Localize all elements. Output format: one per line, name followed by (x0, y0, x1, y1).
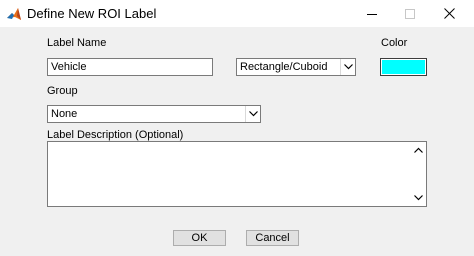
chevron-up-icon[interactable] (414, 147, 423, 153)
vertical-scrollbar[interactable] (411, 142, 426, 206)
color-caption: Color (381, 37, 408, 49)
cancel-button[interactable]: Cancel (246, 230, 299, 246)
dropdown-arrow[interactable] (245, 106, 260, 122)
group-value: None (51, 108, 78, 120)
shape-type-value: Rectangle/Cuboid (240, 61, 328, 73)
label-name-input[interactable] (47, 58, 213, 76)
close-icon (444, 8, 455, 19)
title-bar: Define New ROI Label (0, 0, 474, 27)
dropdown-arrow[interactable] (340, 59, 355, 75)
color-picker-button[interactable] (380, 58, 427, 76)
define-roi-label-dialog: Define New ROI Label Label Name Rectangl… (0, 0, 474, 256)
description-caption: Label Description (Optional) (47, 129, 184, 141)
window-title: Define New ROI Label (27, 6, 157, 21)
minimize-button[interactable] (353, 0, 393, 27)
chevron-down-icon (344, 64, 353, 70)
chevron-down-icon[interactable] (414, 195, 423, 201)
maximize-button[interactable] (391, 0, 431, 27)
shape-type-dropdown[interactable]: Rectangle/Cuboid (236, 58, 356, 76)
close-button[interactable] (430, 0, 470, 27)
ok-button[interactable]: OK (173, 230, 226, 246)
group-dropdown[interactable]: None (47, 105, 261, 123)
label-name-caption: Label Name (47, 37, 107, 49)
chevron-down-icon (249, 111, 258, 117)
matlab-icon (6, 6, 22, 22)
group-caption: Group (47, 85, 78, 97)
description-textarea[interactable] (47, 141, 427, 207)
